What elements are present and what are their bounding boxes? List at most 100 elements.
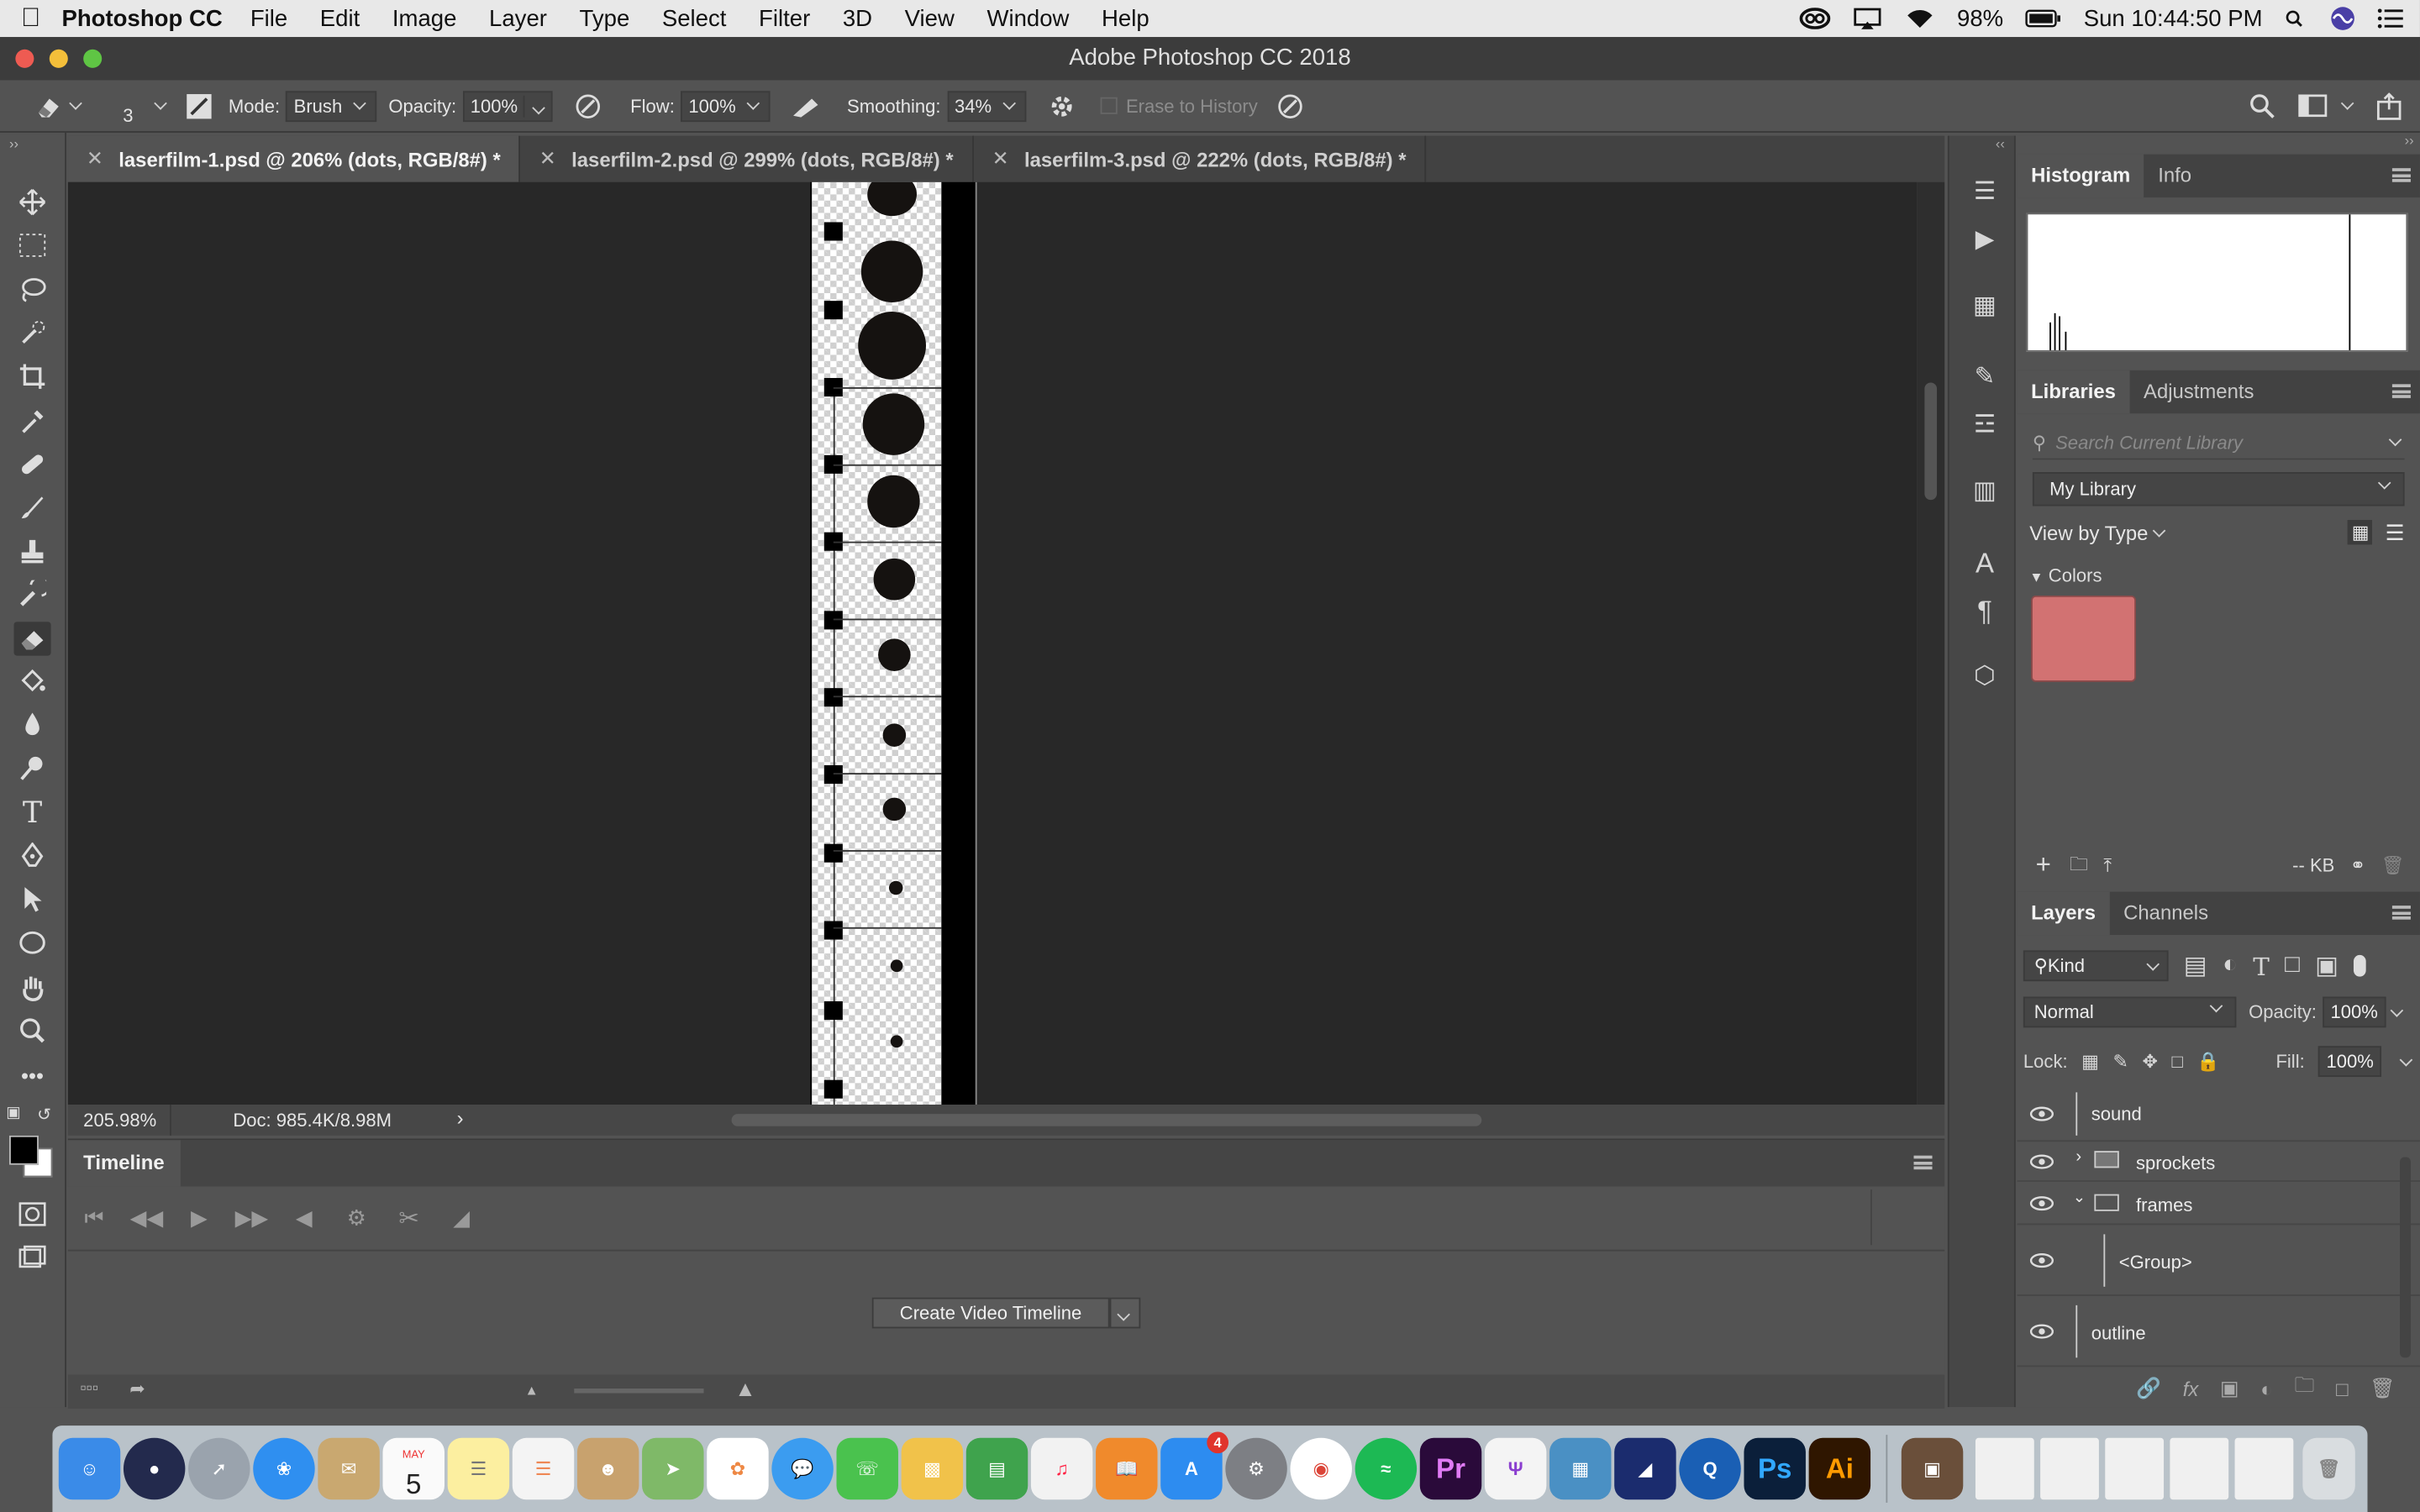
scrollbar-thumb[interactable] [1924, 382, 1938, 501]
siri-icon[interactable] [2330, 6, 2354, 30]
actions-play-icon[interactable]: ▶ [1968, 223, 2002, 257]
filter-smart-object-icon[interactable]: ▣ [2315, 950, 2338, 981]
minimize-window-button[interactable] [49, 49, 68, 68]
system-preferences-icon[interactable]: ⚙ [1225, 1437, 1287, 1500]
minimized-window-5[interactable] [2234, 1437, 2294, 1500]
new-folder-icon[interactable]: 🗀 [2070, 849, 2088, 882]
zoom-in-mountain-icon[interactable]: ▲ [734, 1376, 755, 1400]
brushes-panel-icon[interactable]: ☲ [1968, 409, 2002, 443]
illustrator-icon[interactable]: Ai [1808, 1437, 1871, 1500]
library-search-input[interactable]: ⚲ Search Current Library [2032, 426, 2405, 460]
lock-image-pixels-icon[interactable]: ✎ [2112, 1051, 2128, 1073]
menu-help[interactable]: Help [1102, 5, 1150, 31]
minimized-window-1[interactable] [1975, 1437, 2034, 1500]
layer-row-sound[interactable]: sound [2017, 1086, 2420, 1142]
menu-file[interactable]: File [250, 5, 287, 31]
quick-mask-icon[interactable] [14, 1197, 51, 1231]
menu-edit[interactable]: Edit [320, 5, 360, 31]
visibility-eye-icon[interactable] [2029, 1193, 2054, 1215]
healing-brush-tool-icon[interactable] [14, 448, 51, 481]
paragraph-panel-icon[interactable]: ¶ [1968, 594, 2002, 627]
brush-picker-dropdown-icon[interactable] [154, 97, 167, 110]
move-tool-icon[interactable] [14, 185, 51, 218]
close-tab-icon[interactable]: ✕ [539, 146, 556, 171]
default-colors-icon[interactable]: ▣ [6, 1105, 21, 1121]
share-icon[interactable] [2375, 92, 2403, 119]
spotify-icon[interactable]: ≈ [1355, 1437, 1418, 1500]
mode-select[interactable]: Brush [286, 90, 376, 122]
photos-icon[interactable]: ✿ [707, 1437, 769, 1500]
create-video-timeline-button[interactable]: Create Video Timeline [871, 1297, 1110, 1329]
library-select[interactable]: My Library [2032, 472, 2405, 507]
airbrush-icon[interactable] [788, 92, 822, 119]
layer-opacity-field[interactable]: 100% [2323, 996, 2386, 1028]
recent-document-icon[interactable]: ▣ [1901, 1437, 1964, 1500]
filter-shape-icon[interactable]: □ [2285, 952, 2300, 979]
workspace-icon[interactable] [2298, 92, 2329, 119]
adjustment-layer-icon[interactable]: ◐ [2260, 1377, 2272, 1400]
blur-tool-icon[interactable] [14, 708, 51, 742]
blend-mode-select[interactable]: Normal [2023, 996, 2237, 1028]
chevron-down-icon[interactable] [2399, 1053, 2413, 1066]
menu-image[interactable]: Image [392, 5, 457, 31]
pressure-opacity-icon[interactable] [575, 92, 602, 119]
layer-row-group[interactable]: <Group> [2017, 1225, 2420, 1296]
zoom-level[interactable]: 205.98% [83, 1110, 156, 1131]
status-menu-arrow-icon[interactable]: › [457, 1106, 464, 1130]
close-window-button[interactable] [15, 49, 34, 68]
history-panel-icon[interactable]: ☰ [1968, 176, 2002, 209]
tab-info[interactable]: Info [2144, 155, 2206, 197]
doc-tab-laserfilm-3[interactable]: ✕ laserfilm-3.psd @ 222% (dots, RGB/8#) * [974, 135, 1427, 182]
ibooks-icon[interactable]: 📖 [1096, 1437, 1158, 1500]
add-mask-icon[interactable]: ▣ [2220, 1376, 2239, 1400]
brush-tool-icon[interactable] [14, 491, 51, 524]
search-icon[interactable] [2249, 92, 2276, 119]
brush-size-readout[interactable]: 3 [107, 104, 150, 126]
paint-bucket-tool-icon[interactable] [14, 665, 51, 699]
filter-pixel-icon[interactable]: ▤ [2184, 950, 2207, 981]
layer-row-outline[interactable]: outline [2017, 1296, 2420, 1368]
pressure-size-icon[interactable] [1276, 92, 1304, 119]
next-frame-icon[interactable]: ▶▶ [225, 1205, 277, 1231]
minimized-window-4[interactable] [2170, 1437, 2229, 1500]
character-panel-icon[interactable]: A [1968, 546, 2002, 580]
document-canvas[interactable] [67, 181, 1918, 1105]
messages-icon[interactable]: 💬 [771, 1437, 834, 1500]
foreground-color-swatch[interactable] [9, 1135, 39, 1165]
brush-settings-icon[interactable] [185, 92, 213, 119]
layer-style-fx-icon[interactable]: fx [2183, 1377, 2199, 1400]
trash-icon[interactable]: 🗑 [2302, 1437, 2355, 1500]
smoothing-field[interactable]: 34% [946, 90, 1026, 122]
canvas-vertical-scrollbar[interactable] [1917, 181, 1945, 1105]
expand-strip-icon[interactable]: ‹‹ [1996, 136, 2005, 151]
photoshop-icon[interactable]: Ps [1744, 1437, 1806, 1500]
play-icon[interactable]: ▶ [173, 1205, 225, 1231]
panel-menu-icon[interactable] [2391, 384, 2411, 398]
tab-histogram[interactable]: Histogram [2017, 154, 2144, 198]
menu-select[interactable]: Select [662, 5, 727, 31]
calendar-icon[interactable]: MAY 5 [382, 1437, 445, 1500]
mail-icon[interactable]: ✉ [318, 1437, 380, 1500]
airplay-icon[interactable] [1852, 8, 1883, 29]
menu-filter[interactable]: Filter [759, 5, 810, 31]
layer-row-sprockets[interactable]: › sprockets [2017, 1142, 2420, 1182]
panel-menu-icon[interactable] [1913, 1155, 1933, 1170]
type-tool-icon[interactable]: T [14, 796, 51, 830]
lock-artboard-icon[interactable]: □ [2172, 1051, 2183, 1073]
menu-window[interactable]: Window [986, 5, 1069, 31]
timeline-zoom-slider[interactable] [574, 1389, 704, 1394]
minimized-window-2[interactable] [2040, 1437, 2099, 1500]
visibility-eye-icon[interactable] [2029, 1320, 2054, 1342]
split-scissors-icon[interactable]: ✂ [383, 1203, 435, 1234]
layer-row-frames[interactable]: ⌄ frames [2017, 1182, 2420, 1226]
layers-scrollbar[interactable] [2400, 1157, 2411, 1358]
workspace-dropdown-icon[interactable] [2340, 97, 2354, 110]
tool-preset-dropdown-icon[interactable] [69, 97, 82, 110]
eraser-tool-icon[interactable] [13, 622, 51, 656]
render-video-icon[interactable]: ➦ [129, 1378, 145, 1399]
app-icon-blue-grid[interactable]: ▦ [1549, 1437, 1612, 1500]
battery-icon[interactable] [2025, 8, 2062, 29]
doc-tab-laserfilm-2[interactable]: ✕ laserfilm-2.psd @ 299% (dots, RGB/8#) * [521, 135, 974, 182]
apple-menu-icon[interactable]:  [0, 3, 61, 34]
crop-tool-icon[interactable] [14, 360, 51, 393]
